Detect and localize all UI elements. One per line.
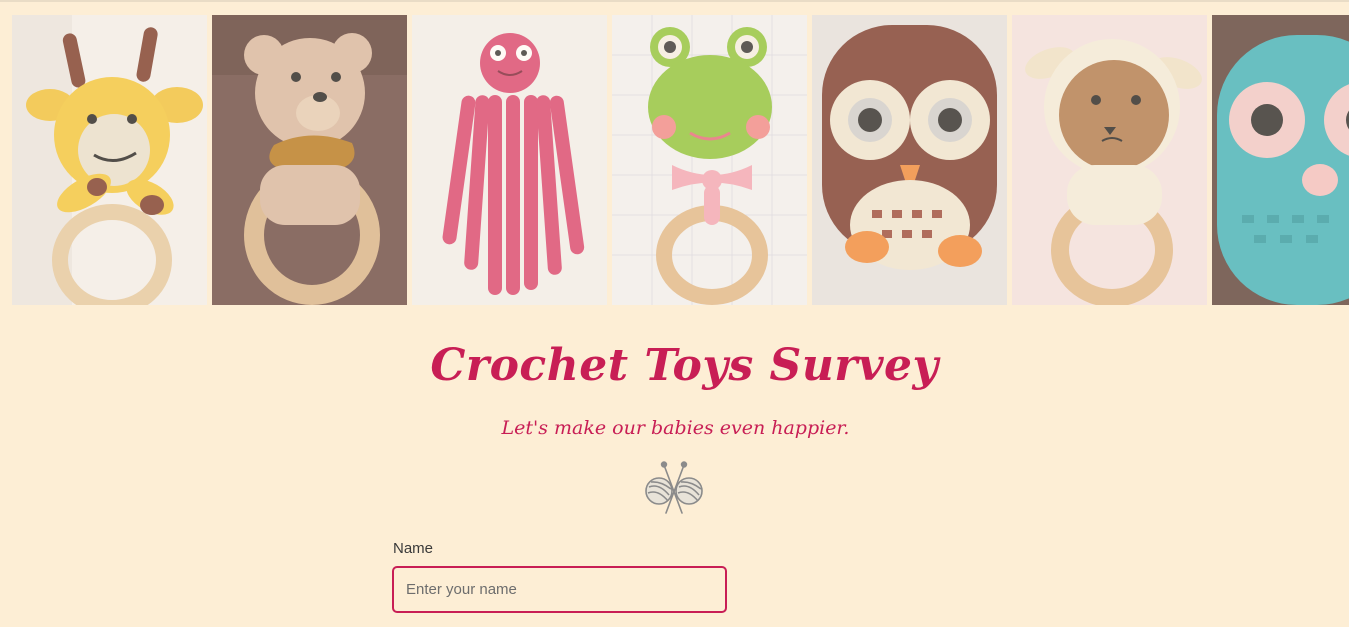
name-label: Name [393, 540, 434, 557]
page-subtitle: Let's make our babies even happier. [501, 417, 850, 439]
top-divider [0, 0, 1349, 2]
bear-rattle-photo [212, 15, 407, 305]
toy-photo-gallery [12, 15, 1349, 305]
name-input[interactable] [392, 566, 727, 613]
giraffe-rattle-photo [12, 15, 207, 305]
lamb-rattle-photo [1012, 15, 1207, 305]
survey-page: Crochet Toys Survey Let's make our babie… [0, 0, 1349, 627]
owl-teal-photo [1212, 15, 1349, 305]
yarn-knitting-needles-icon [644, 461, 704, 517]
owl-brown-photo [812, 15, 1007, 305]
frog-rattle-photo [612, 15, 807, 305]
page-title: Crochet Toys Survey [430, 340, 939, 391]
octopus-photo [412, 15, 607, 305]
